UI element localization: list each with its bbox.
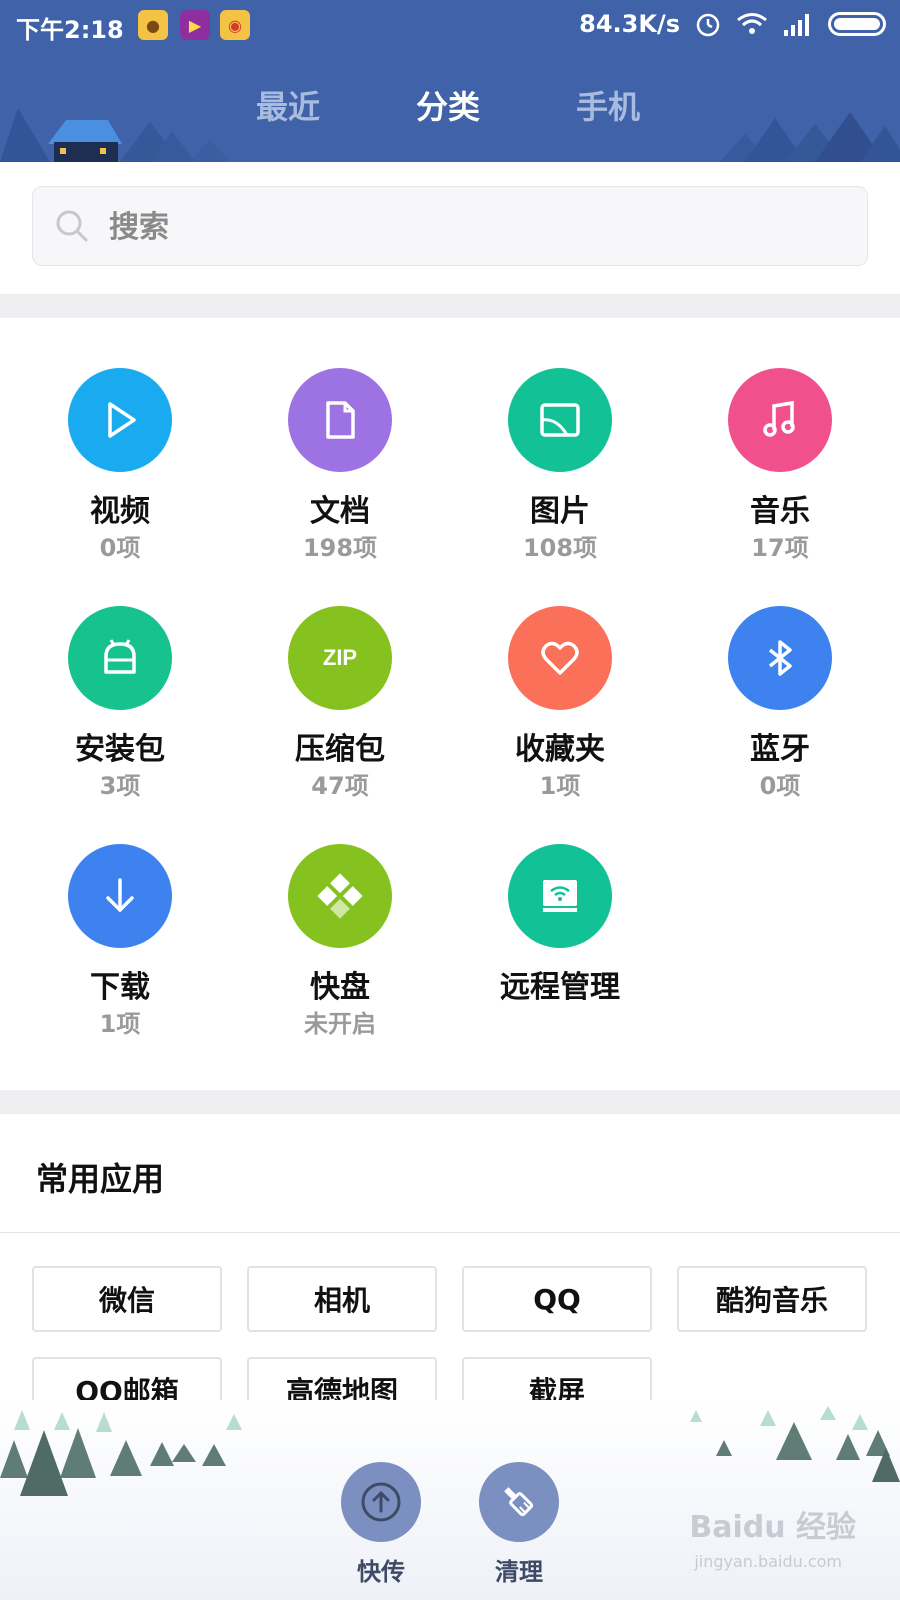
category-zip[interactable]: ZIP 压缩包 47项 xyxy=(230,606,450,806)
category-kuaipan[interactable]: 快盘 未开启 xyxy=(230,844,450,1044)
app-kugou-button[interactable]: 酷狗音乐 xyxy=(677,1266,867,1332)
category-name: 音乐 xyxy=(750,494,810,529)
category-music[interactable]: 音乐 17项 xyxy=(670,368,890,568)
category-count: 17项 xyxy=(751,534,809,562)
status-right: 84.3K/s xyxy=(579,10,886,38)
clean-label: 清理 xyxy=(495,1558,543,1586)
search-bar[interactable] xyxy=(32,186,868,266)
category-bluetooth[interactable]: 蓝牙 0项 xyxy=(670,606,890,806)
category-name: 安装包 xyxy=(75,732,165,767)
search-icon xyxy=(56,210,88,242)
music-icon xyxy=(728,368,832,472)
signal-icon xyxy=(784,14,809,36)
section-separator xyxy=(0,294,900,318)
video-app-icon: ▶ xyxy=(180,10,210,40)
search-input[interactable] xyxy=(109,205,809,249)
category-count: 0项 xyxy=(759,772,801,800)
baidu-watermark-url: jingyan.baidu.com xyxy=(694,1552,842,1571)
alarm-icon xyxy=(696,13,720,37)
play-icon xyxy=(68,368,172,472)
battery-icon xyxy=(828,12,886,36)
category-video[interactable]: 视频 0项 xyxy=(10,368,230,568)
category-name: 文档 xyxy=(310,494,370,529)
app-wechat-button[interactable]: 微信 xyxy=(32,1266,222,1332)
category-document[interactable]: 文档 198项 xyxy=(230,368,450,568)
category-name: 压缩包 xyxy=(295,732,385,767)
camera-app-icon: ◉ xyxy=(220,10,250,40)
category-count: 未开启 xyxy=(304,1010,376,1038)
category-name: 快盘 xyxy=(310,970,370,1005)
category-count: 1项 xyxy=(539,772,581,800)
category-count: 3项 xyxy=(99,772,141,800)
category-name: 收藏夹 xyxy=(515,732,605,767)
tab-recent[interactable]: 最近 xyxy=(256,82,320,128)
category-favorites[interactable]: 收藏夹 1项 xyxy=(450,606,670,806)
category-name: 蓝牙 xyxy=(750,732,810,767)
app-camera-button[interactable]: 相机 xyxy=(247,1266,437,1332)
status-time: 下午2:18 xyxy=(16,16,124,44)
upload-icon xyxy=(361,1482,401,1522)
remote-icon xyxy=(508,844,612,948)
category-count: 0项 xyxy=(99,534,141,562)
clean-button[interactable] xyxy=(479,1462,559,1542)
tab-phone[interactable]: 手机 xyxy=(576,82,640,128)
tab-category[interactable]: 分类 xyxy=(416,82,480,128)
category-remote[interactable]: 远程管理 xyxy=(450,844,670,1044)
zip-icon: ZIP xyxy=(288,606,392,710)
category-download[interactable]: 下载 1项 xyxy=(10,844,230,1044)
download-icon xyxy=(68,844,172,948)
app-header: 下午2:18 ● ▶ ◉ 84.3K/s 最近 分类 手机 xyxy=(0,0,900,162)
document-icon xyxy=(288,368,392,472)
bluetooth-icon xyxy=(728,606,832,710)
android-icon xyxy=(68,606,172,710)
category-count: 47项 xyxy=(311,772,369,800)
category-image[interactable]: 图片 108项 xyxy=(450,368,670,568)
category-name: 下载 xyxy=(90,970,150,1005)
baidu-watermark: Baidu 经验 xyxy=(689,1510,856,1545)
common-apps-title: 常用应用 xyxy=(36,1160,165,1198)
category-name: 图片 xyxy=(530,494,590,529)
quick-transfer-label: 快传 xyxy=(357,1558,405,1586)
app-qq-button[interactable]: QQ xyxy=(462,1266,652,1332)
category-apk[interactable]: 安装包 3项 xyxy=(10,606,230,806)
tab-bar: 最近 分类 手机 xyxy=(0,82,900,132)
image-icon xyxy=(508,368,612,472)
category-name: 远程管理 xyxy=(500,970,620,1005)
category-count: 1项 xyxy=(99,1010,141,1038)
status-bar: 下午2:18 ● ▶ ◉ 84.3K/s xyxy=(0,0,900,50)
category-count: 108项 xyxy=(522,534,598,562)
category-name: 视频 xyxy=(90,494,150,529)
acorn-app-icon: ● xyxy=(138,10,168,40)
section-separator xyxy=(0,1090,900,1114)
kuaipan-icon xyxy=(288,844,392,948)
net-speed: 84.3K/s xyxy=(579,10,680,38)
divider xyxy=(0,1232,900,1233)
broom-icon xyxy=(504,1487,534,1517)
wifi-icon xyxy=(737,13,767,34)
category-count: 198项 xyxy=(302,534,378,562)
quick-transfer-button[interactable] xyxy=(341,1462,421,1542)
heart-icon xyxy=(508,606,612,710)
